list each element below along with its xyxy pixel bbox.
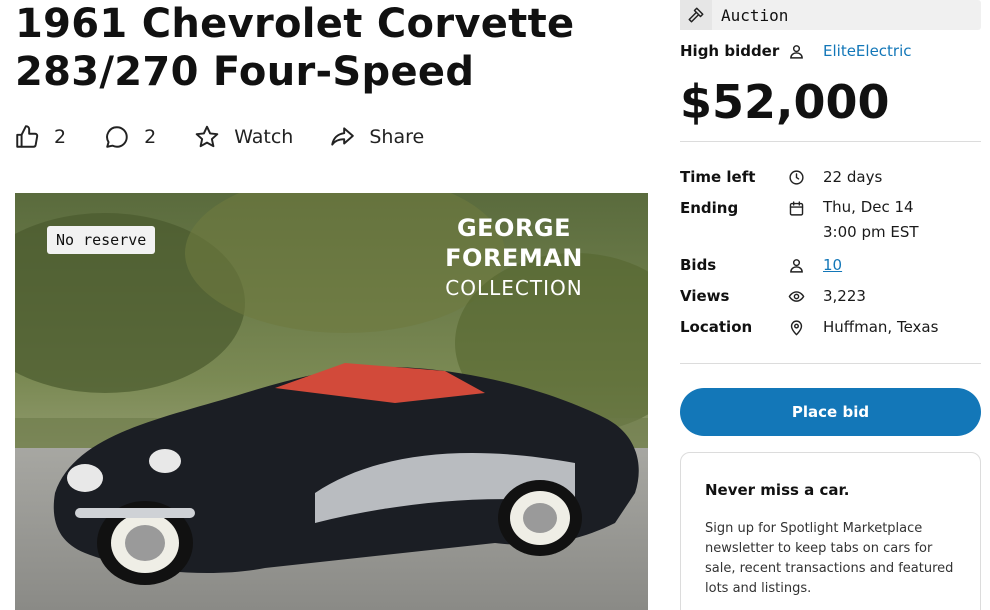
- thumbs-up-icon: [16, 125, 39, 148]
- high-bidder-link[interactable]: EliteElectric: [823, 42, 912, 60]
- divider: [680, 363, 981, 364]
- gavel-icon: [680, 0, 712, 30]
- time-left-label: Time left: [680, 168, 756, 186]
- user-icon: [790, 259, 803, 273]
- location-value: Huffman, Texas: [823, 318, 939, 336]
- divider: [680, 141, 981, 142]
- like-button[interactable]: 2: [14, 124, 66, 150]
- stat-time-left: Time left 22 days: [680, 166, 981, 188]
- star-icon: [195, 125, 219, 148]
- location-label: Location: [680, 318, 753, 336]
- share-button[interactable]: Share: [329, 124, 424, 150]
- share-icon: [331, 127, 355, 146]
- bids-count-link[interactable]: 10: [823, 254, 842, 276]
- high-bidder-label: High bidder: [680, 42, 780, 60]
- watch-label: Watch: [234, 126, 294, 148]
- comment-icon: [106, 126, 128, 148]
- views-label: Views: [680, 287, 730, 305]
- place-bid-button[interactable]: Place bid: [680, 388, 981, 436]
- newsletter-heading: Never miss a car.: [705, 481, 850, 499]
- listing-title: 1961 Chevrolet Corvette 283/270 Four-Spe…: [15, 1, 575, 95]
- listing-actions: 2 2 Watch Share: [14, 122, 424, 152]
- ending-label: Ending: [680, 199, 739, 217]
- stat-ending: Ending Thu, Dec 14 3:00 pm EST: [680, 197, 981, 245]
- no-reserve-badge: No reserve: [47, 226, 156, 254]
- ending-value: Thu, Dec 14 3:00 pm EST: [823, 195, 919, 245]
- watch-button[interactable]: Watch: [194, 124, 293, 150]
- newsletter-body: Sign up for Spotlight Marketplace newsle…: [705, 521, 954, 596]
- collection-line-2: COLLECTION: [445, 276, 583, 300]
- views-value: 3,223: [823, 287, 866, 305]
- calendar-icon: [789, 201, 804, 216]
- collection-watermark: GEORGE FOREMAN COLLECTION: [398, 213, 630, 303]
- listing-photo[interactable]: No reserve GEORGE FOREMAN COLLECTION: [15, 193, 648, 610]
- auction-tab[interactable]: Auction: [680, 0, 981, 30]
- time-left-value: 22 days: [823, 168, 883, 186]
- auction-stats: Time left 22 days Ending Thu, Dec 14 3:0…: [680, 166, 981, 347]
- stat-bids: Bids 10: [680, 254, 981, 276]
- comments-button[interactable]: 2: [104, 124, 156, 150]
- auction-label: Auction: [721, 5, 789, 25]
- share-label: Share: [369, 126, 425, 148]
- map-pin-icon: [790, 320, 803, 336]
- high-bidder-row: High bidder EliteElectric: [680, 40, 981, 62]
- stat-location: Location Huffman, Texas: [680, 316, 981, 338]
- clock-icon: [789, 170, 804, 185]
- eye-icon: [788, 291, 805, 302]
- collection-line-1: GEORGE FOREMAN: [445, 214, 583, 272]
- user-icon: [790, 44, 803, 59]
- newsletter-card: Never miss a car. Sign up for Spotlight …: [680, 452, 981, 610]
- bids-label: Bids: [680, 256, 717, 274]
- ending-time: 3:00 pm EST: [823, 223, 919, 241]
- comment-count: 2: [144, 126, 157, 148]
- like-count: 2: [54, 126, 67, 148]
- stat-views: Views 3,223: [680, 285, 981, 307]
- ending-date: Thu, Dec 14: [823, 198, 914, 216]
- current-bid-price: $52,000: [680, 75, 890, 129]
